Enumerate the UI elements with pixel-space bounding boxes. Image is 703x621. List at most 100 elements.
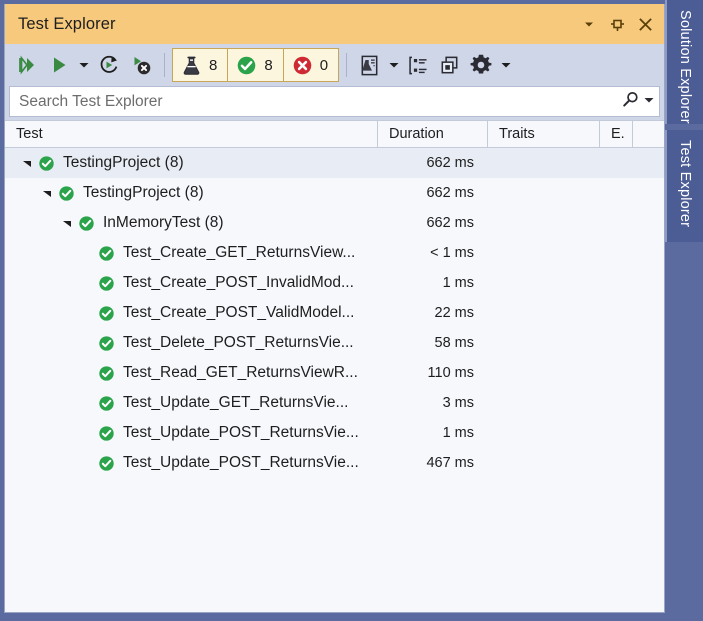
- test-status-icon: [97, 304, 115, 322]
- search-icon-button[interactable]: [621, 90, 640, 114]
- column-e[interactable]: E.: [600, 121, 633, 147]
- test-tree-row[interactable]: TestingProject (8) 662 ms: [5, 178, 664, 208]
- test-duration-cell: 662 ms: [426, 185, 474, 201]
- search-bar: [5, 86, 664, 120]
- options-gear-button[interactable]: [465, 48, 497, 82]
- chevron-expanded-icon: [63, 221, 71, 227]
- test-tree-row[interactable]: Test_Update_POST_ReturnsVie... 467 ms: [5, 448, 664, 478]
- test-duration-cell: 58 ms: [434, 335, 475, 351]
- test-duration-cell: 467 ms: [426, 455, 474, 471]
- group-by-icon: [409, 56, 427, 74]
- expand-toggle[interactable]: [57, 218, 77, 228]
- repeat-last-run-button[interactable]: [93, 48, 125, 82]
- panel-title: Test Explorer: [18, 14, 116, 33]
- column-test[interactable]: Test: [5, 121, 378, 147]
- check-circle-icon: [98, 365, 114, 381]
- close-icon: [638, 17, 652, 31]
- test-tree-row[interactable]: Test_Update_GET_ReturnsVie... 3 ms: [5, 388, 664, 418]
- column-duration[interactable]: Duration: [378, 121, 488, 147]
- test-tree[interactable]: TestingProject (8) 662 ms TestingProject (…: [5, 148, 664, 612]
- test-settings-button[interactable]: [354, 48, 385, 82]
- column-options-button[interactable]: [434, 48, 465, 82]
- column-header-label: Traits: [499, 126, 535, 142]
- total-tests-chip[interactable]: 8: [173, 49, 229, 81]
- options-dropdown-button[interactable]: [497, 48, 515, 82]
- test-status-icon: [97, 244, 115, 262]
- test-status-icon: [97, 454, 115, 472]
- test-tree-row[interactable]: TestingProject (8) 662 ms: [5, 148, 664, 178]
- test-name-cell[interactable]: InMemoryTest (8): [5, 208, 378, 238]
- test-name-cell[interactable]: Test_Update_POST_ReturnsVie...: [5, 418, 378, 448]
- column-extra[interactable]: [633, 121, 664, 147]
- test-name-cell[interactable]: Test_Update_POST_ReturnsVie...: [5, 448, 378, 478]
- test-name-cell[interactable]: Test_Create_GET_ReturnsView...: [5, 238, 378, 268]
- failed-tests-chip[interactable]: 0: [284, 49, 338, 81]
- run-dropdown-button[interactable]: [75, 48, 93, 82]
- title-bar-buttons: [576, 11, 658, 37]
- test-duration-cell: 1 ms: [442, 275, 474, 291]
- test-status-icon: [97, 394, 115, 412]
- check-circle-icon: [98, 335, 114, 351]
- window-menu-chevron-button[interactable]: [576, 11, 602, 37]
- expand-toggle[interactable]: [17, 158, 37, 168]
- group-by-button[interactable]: [403, 48, 434, 82]
- test-settings-dropdown-button[interactable]: [385, 48, 403, 82]
- test-tree-row[interactable]: Test_Create_POST_ValidModel... 22 ms: [5, 298, 664, 328]
- test-duration-cell: 662 ms: [426, 215, 474, 231]
- test-document-icon: [361, 55, 378, 75]
- expand-toggle[interactable]: [37, 188, 57, 198]
- test-tree-row[interactable]: Test_Delete_POST_ReturnsVie... 58 ms: [5, 328, 664, 358]
- test-duration-cell: 22 ms: [434, 305, 475, 321]
- error-circle-icon: [293, 56, 311, 74]
- passed-tests-chip[interactable]: 8: [228, 49, 284, 81]
- test-tree-row[interactable]: Test_Read_GET_ReturnsViewR... 110 ms: [5, 358, 664, 388]
- test-name-label: Test_Create_POST_ValidModel...: [123, 304, 355, 321]
- panel-title-bar[interactable]: Test Explorer: [5, 4, 664, 44]
- dock-tab-solution-explorer[interactable]: Solution Explorer: [665, 0, 703, 124]
- failed-tests-count: 0: [319, 56, 329, 74]
- test-name-cell[interactable]: Test_Delete_POST_ReturnsVie...: [5, 328, 378, 358]
- search-dropdown-button[interactable]: [643, 93, 655, 111]
- test-name-label: TestingProject (8): [83, 184, 204, 201]
- test-name-cell[interactable]: TestingProject (8): [5, 148, 378, 178]
- test-tree-row[interactable]: Test_Update_POST_ReturnsVie... 1 ms: [5, 418, 664, 448]
- test-name-cell[interactable]: Test_Read_GET_ReturnsViewR...: [5, 358, 378, 388]
- toolbar-separator-1: [164, 53, 165, 77]
- test-name-cell[interactable]: Test_Create_POST_InvalidMod...: [5, 268, 378, 298]
- test-tree-row[interactable]: Test_Create_POST_InvalidMod... 1 ms: [5, 268, 664, 298]
- test-status-icon: [57, 184, 75, 202]
- column-traits[interactable]: Traits: [488, 121, 600, 147]
- pin-button[interactable]: [604, 11, 630, 37]
- test-name-label: TestingProject (8): [63, 154, 184, 171]
- column-header-label: Test: [16, 126, 43, 142]
- test-duration-cell: 110 ms: [427, 365, 474, 381]
- test-name-cell[interactable]: Test_Update_GET_ReturnsVie...: [5, 388, 378, 418]
- stop-tests-button[interactable]: [125, 48, 157, 82]
- test-tree-row[interactable]: InMemoryTest (8) 662 ms: [5, 208, 664, 238]
- search-icon: [623, 91, 638, 107]
- run-tests-button[interactable]: [43, 48, 75, 82]
- test-explorer-toolbar: 8 8 0: [5, 44, 664, 86]
- test-status-icon: [97, 364, 115, 382]
- test-status-icon: [97, 274, 115, 292]
- test-name-cell[interactable]: Test_Create_POST_ValidModel...: [5, 298, 378, 328]
- chevron-down-icon: [79, 63, 89, 68]
- close-button[interactable]: [632, 11, 658, 37]
- test-status-chips: 8 8 0: [172, 48, 340, 82]
- run-icon: [54, 57, 66, 73]
- test-name-cell[interactable]: TestingProject (8): [5, 178, 378, 208]
- search-input[interactable]: [19, 92, 617, 111]
- test-tree-row[interactable]: Test_Create_GET_ReturnsView... < 1 ms: [5, 238, 664, 268]
- search-box[interactable]: [9, 86, 660, 117]
- check-circle-icon: [98, 305, 114, 321]
- check-circle-icon: [98, 455, 114, 471]
- test-duration-cell: < 1 ms: [430, 245, 474, 261]
- toolbar-separator-2: [346, 53, 348, 77]
- check-circle-icon: [98, 425, 114, 441]
- column-header-label: Duration: [389, 126, 444, 142]
- passed-tests-count: 8: [264, 56, 273, 74]
- dock-tab-test-explorer[interactable]: Test Explorer: [665, 130, 703, 242]
- pin-icon: [610, 19, 624, 31]
- run-all-tests-button[interactable]: [11, 48, 43, 82]
- check-circle-icon: [78, 215, 94, 231]
